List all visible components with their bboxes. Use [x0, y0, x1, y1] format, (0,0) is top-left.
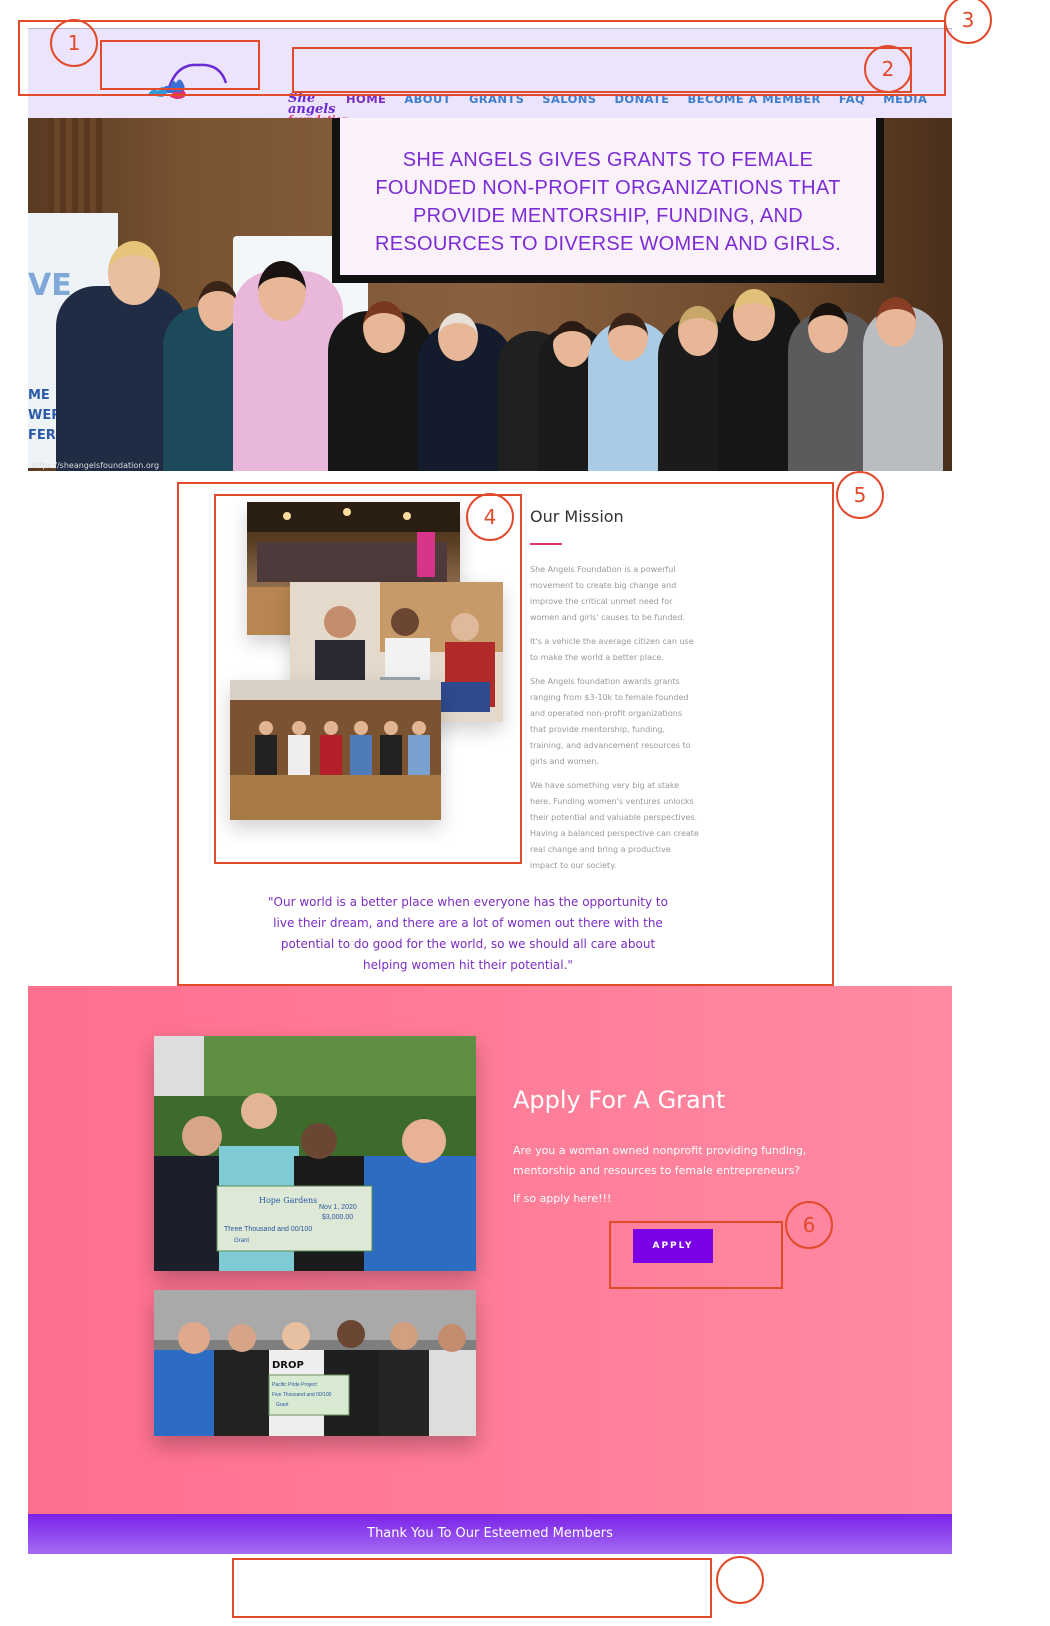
annotation-partial	[716, 1556, 764, 1604]
grant-check-photo-2: DROP Pacific Pride Project Five Thousand…	[154, 1290, 476, 1436]
page: She angels foundation HOME ABOUT GRANTS …	[0, 0, 1050, 1626]
annotation-1: 1	[50, 19, 98, 67]
annotation-6: 6	[785, 1201, 833, 1249]
members-bar: Thank You To Our Esteemed Members	[28, 1514, 952, 1554]
hero-url-caption: https://sheangelsfoundation.org	[31, 461, 160, 470]
hero-headline: SHE ANGELS GIVES GRANTS TO FEMALE FOUNDE…	[374, 149, 841, 255]
check2-payee: Pacific Pride Project	[272, 1382, 317, 1388]
grant-description: Are you a woman owned nonprofit providin…	[513, 1144, 807, 1177]
sign-text: DROP	[272, 1360, 304, 1371]
grant-title: Apply For A Grant	[513, 1086, 726, 1114]
check1-date: Nov 1, 2020	[319, 1204, 357, 1211]
annotation-box-mission	[177, 482, 834, 986]
annotation-2: 2	[864, 45, 912, 93]
grant-section: Hope Gardens Nov 1, 2020 $3,000.00 Three…	[28, 986, 952, 1514]
annotation-box-apply	[609, 1221, 783, 1289]
check1-memo: Grant	[234, 1238, 250, 1244]
group-photo	[28, 241, 952, 471]
check1-payee: Hope Gardens	[259, 1196, 318, 1205]
annotation-5: 5	[836, 471, 884, 519]
check1-words: Three Thousand and 00/100	[224, 1226, 313, 1233]
grant-check-photo-1: Hope Gardens Nov 1, 2020 $3,000.00 Three…	[154, 1036, 476, 1271]
annotation-3: 3	[944, 0, 992, 44]
check1-amount: $3,000.00	[322, 1214, 354, 1221]
annotation-4: 4	[466, 493, 514, 541]
grant-cta-text: If so apply here!!!	[513, 1192, 612, 1205]
check2-memo: Grant	[276, 1402, 289, 1408]
annotation-box-header	[18, 20, 946, 96]
hero-image: VE ME WER FERE SHE ANGELS GIVES GRANTS T…	[28, 118, 952, 471]
annotation-box-members	[232, 1558, 712, 1618]
check2-words: Five Thousand and 00/100	[272, 1392, 332, 1398]
